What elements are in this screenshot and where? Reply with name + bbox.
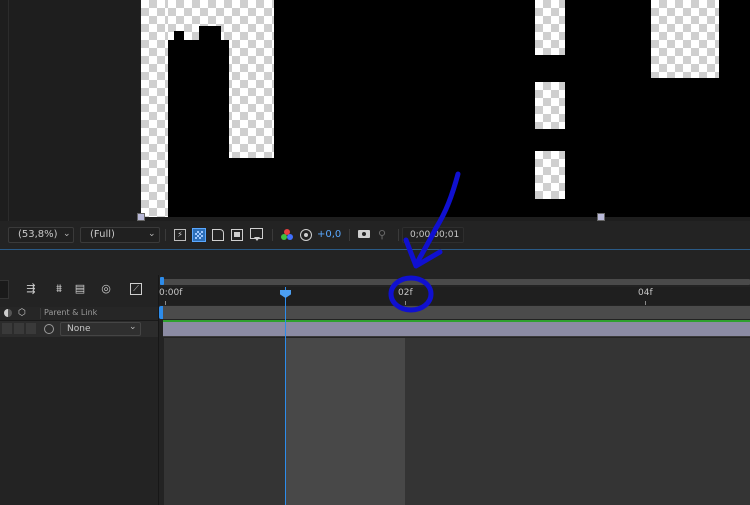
annotation-overlay	[388, 171, 461, 313]
annotation-circle	[388, 275, 434, 313]
